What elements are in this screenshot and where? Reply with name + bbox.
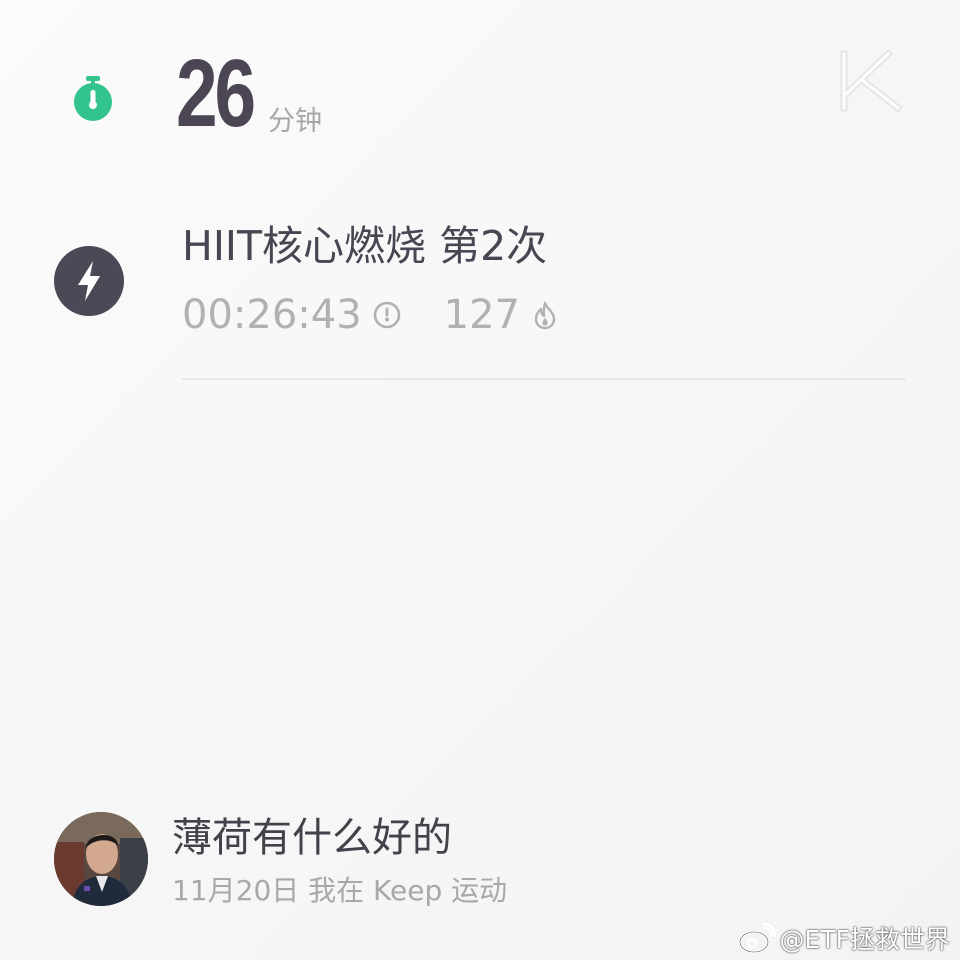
clock-icon: [373, 301, 400, 329]
weibo-icon: [738, 922, 776, 954]
divider: [182, 378, 906, 380]
keep-logo-icon: [839, 50, 903, 112]
share-date-line: 11月20日 我在 Keep 运动: [172, 874, 508, 907]
workout-time: 00:26:43: [182, 292, 362, 338]
workout-stats: 00:26:43 127: [182, 292, 560, 338]
workout-title: HIIT核心燃烧 第2次: [182, 222, 548, 270]
watermark: @ETF拯救世界: [738, 920, 950, 956]
stopwatch-icon: [74, 76, 112, 121]
flame-icon: [534, 301, 556, 330]
duration-value: 26: [176, 40, 256, 147]
avatar[interactable]: [54, 812, 148, 906]
duration-unit: 分钟: [268, 106, 322, 137]
user-name: 薄荷有什么好的: [172, 815, 452, 861]
lightning-bolt-icon: [54, 246, 124, 316]
watermark-text: @ETF拯救世界: [779, 925, 950, 954]
workout-calories: 127: [443, 292, 521, 338]
